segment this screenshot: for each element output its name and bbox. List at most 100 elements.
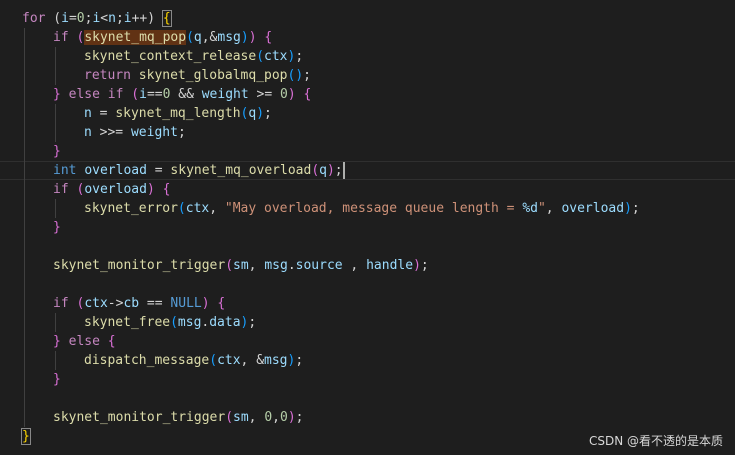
- code-token: ,&: [201, 30, 218, 45]
- code-line[interactable]: if (overload) {: [0, 180, 735, 199]
- code-line[interactable]: [0, 237, 735, 256]
- code-text: } else if (i==0 && weight >= 0) {: [53, 85, 311, 104]
- code-token: {: [217, 296, 226, 311]
- code-token: {: [107, 334, 116, 349]
- code-line[interactable]: } else {: [0, 332, 735, 351]
- code-line[interactable]: }: [0, 142, 735, 161]
- code-token: i: [139, 87, 147, 102]
- code-token: ctx: [185, 201, 210, 216]
- code-token: ;: [295, 49, 304, 64]
- code-line[interactable]: if (skynet_mq_pop(q,&msg)) {: [0, 28, 735, 47]
- code-token: >=: [248, 87, 281, 102]
- code-line[interactable]: for (i=0;i<n;i++) {: [0, 9, 735, 28]
- code-line[interactable]: return skynet_globalmq_pop();: [0, 66, 735, 85]
- code-line[interactable]: skynet_monitor_trigger(sm, msg.source , …: [0, 256, 735, 275]
- code-line[interactable]: dispatch_message(ctx, &msg);: [0, 351, 735, 370]
- code-token: <: [100, 11, 109, 26]
- code-text: skynet_monitor_trigger(sm, msg.source , …: [53, 256, 429, 275]
- code-token: }: [21, 428, 31, 445]
- code-text: n = skynet_mq_length(q);: [84, 104, 272, 123]
- code-token: overload: [84, 182, 147, 197]
- code-token: (: [311, 163, 320, 178]
- code-token: weight: [130, 125, 178, 140]
- code-token: (: [225, 258, 234, 273]
- code-token: 0: [264, 410, 273, 425]
- code-line[interactable]: skynet_error(ctx, "May overload, message…: [0, 199, 735, 218]
- code-token: skynet_monitor_trigger: [53, 258, 226, 273]
- code-token: ): [256, 106, 265, 121]
- code-token: ): [326, 163, 335, 178]
- code-token: msg: [177, 315, 202, 330]
- code-token: skynet_error: [84, 201, 178, 216]
- code-token: overload: [561, 201, 625, 216]
- code-token: ,: [209, 201, 225, 216]
- code-line[interactable]: } else if (i==0 && weight >= 0) {: [0, 85, 735, 104]
- code-text: skynet_monitor_trigger(sm, 0,0);: [53, 408, 303, 427]
- code-token: 0: [280, 87, 288, 102]
- code-token: (: [170, 315, 178, 330]
- code-token: weight: [201, 87, 249, 102]
- code-line[interactable]: n >>= weight;: [0, 123, 735, 142]
- code-token: ;: [264, 106, 272, 121]
- code-text: int overload = skynet_mq_overload(q);: [53, 162, 343, 179]
- code-token: ,: [248, 258, 265, 273]
- code-token: ): [413, 258, 421, 273]
- code-line[interactable]: skynet_free(msg.data);: [0, 313, 735, 332]
- code-token: {: [264, 30, 273, 45]
- code-text: } else {: [53, 332, 116, 351]
- code-token: skynet_mq_pop: [84, 30, 187, 45]
- code-line[interactable]: [0, 389, 735, 408]
- code-token: ;: [631, 201, 640, 216]
- code-token: for: [22, 11, 46, 26]
- code-token: i: [123, 11, 132, 26]
- code-token: else: [68, 87, 100, 102]
- code-token: ,: [248, 410, 265, 425]
- code-text: n >>= weight;: [84, 123, 186, 142]
- code-token: if: [53, 30, 69, 45]
- code-token: %d: [522, 201, 538, 216]
- code-text: dispatch_message(ctx, &msg);: [84, 351, 303, 370]
- code-text: skynet_error(ctx, "May overload, message…: [84, 199, 640, 218]
- code-token: q: [319, 163, 327, 178]
- code-token: (: [209, 353, 218, 368]
- code-token: handle: [366, 258, 414, 273]
- code-line[interactable]: [0, 275, 735, 294]
- code-token: sm: [233, 258, 249, 273]
- code-token: ->: [107, 296, 124, 311]
- code-line[interactable]: skynet_monitor_trigger(sm, 0,0);: [0, 408, 735, 427]
- code-editor[interactable]: for (i=0;i<n;i++) {if (skynet_mq_pop(q,&…: [0, 0, 735, 455]
- code-text: }: [53, 218, 61, 237]
- code-token: (: [225, 410, 234, 425]
- code-token: skynet_mq_length: [115, 106, 241, 121]
- code-token: ++: [131, 11, 148, 26]
- code-token: ): [201, 296, 210, 311]
- code-token: overload: [84, 163, 147, 178]
- code-line[interactable]: skynet_context_release(ctx);: [0, 47, 735, 66]
- code-token: ,: [342, 258, 367, 273]
- code-token: if: [107, 87, 124, 102]
- indent-guide: [55, 47, 56, 85]
- code-line-current[interactable]: int overload = skynet_mq_overload(q);: [0, 161, 735, 180]
- code-text: if (ctx->cb == NULL) {: [53, 294, 225, 313]
- code-token: 0: [76, 11, 85, 26]
- code-line[interactable]: if (ctx->cb == NULL) {: [0, 294, 735, 313]
- code-text: for (i=0;i<n;i++) {: [22, 9, 172, 28]
- code-token: if: [53, 182, 69, 197]
- code-line[interactable]: }: [0, 370, 735, 389]
- code-line[interactable]: n = skynet_mq_length(q);: [0, 104, 735, 123]
- code-token: ;: [115, 11, 124, 26]
- code-token: else: [68, 334, 100, 349]
- code-token: {: [162, 182, 171, 197]
- code-line[interactable]: }: [0, 218, 735, 237]
- code-text: if (overload) {: [53, 180, 170, 199]
- code-token: ==: [139, 296, 171, 311]
- code-token: "May overload, message queue length =: [224, 201, 523, 216]
- code-token: ): [287, 410, 296, 425]
- indent-guide: [55, 104, 56, 142]
